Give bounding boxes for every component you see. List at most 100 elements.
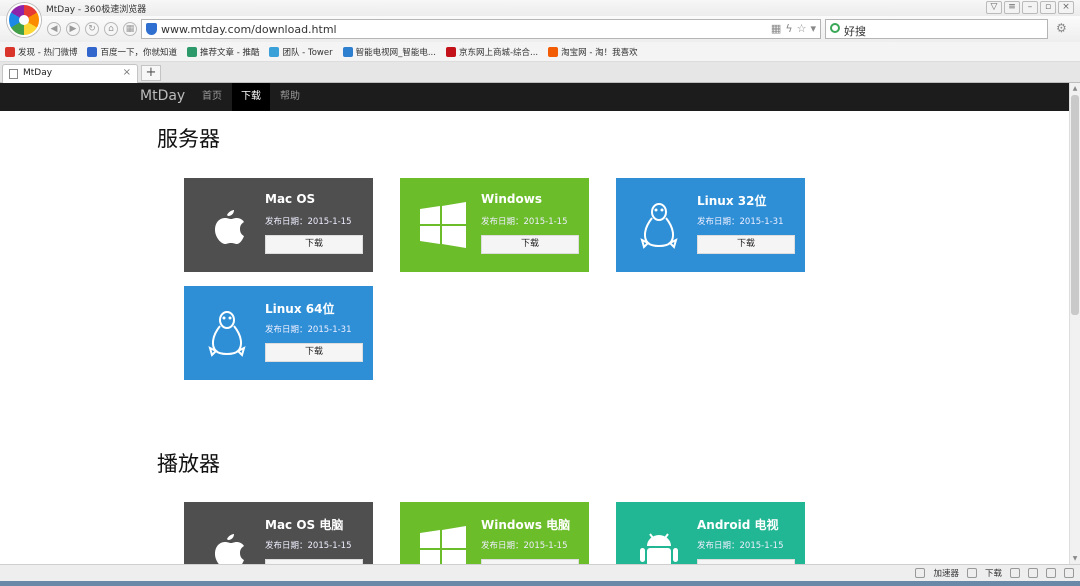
nav-home-link[interactable]: 首页 <box>193 83 231 111</box>
linux-penguin-icon <box>640 203 678 249</box>
card-title: Windows <box>481 192 542 206</box>
download-button[interactable]: 下载 <box>265 343 363 362</box>
scroll-down-icon[interactable]: ▼ <box>1071 554 1079 563</box>
new-tab-button[interactable]: + <box>141 65 161 81</box>
release-date: 发布日期：2015-1-31 <box>697 217 784 227</box>
smart-tv-icon <box>342 46 353 57</box>
screenshot-icon[interactable] <box>1010 568 1020 578</box>
download-button[interactable]: 下载 <box>265 235 363 254</box>
download-card-macos: Mac OS 发布日期：2015-1-15 下载 <box>184 178 373 272</box>
address-bar-icons: ▦ ϟ ☆ ▾ <box>771 22 816 35</box>
trash-icon[interactable] <box>1028 568 1038 578</box>
tab-close-icon[interactable]: × <box>123 67 131 78</box>
scroll-up-icon[interactable]: ▲ <box>1071 84 1079 93</box>
download-card-windows-player: Windows 电脑 发布日期：2015-1-15 <box>400 502 589 564</box>
bookmark-item[interactable]: 推荐文章 - 推酷 <box>187 46 259 58</box>
download-card-android-tv: Android 电视 发布日期：2015-1-15 <box>616 502 805 564</box>
download-card-macos-player: Mac OS 电脑 发布日期：2015-1-15 <box>184 502 373 564</box>
bookmark-item[interactable]: 淘宝网 - 淘！我喜欢 <box>548 46 638 58</box>
nav-help-link[interactable]: 帮助 <box>271 83 309 111</box>
bookmark-item[interactable]: 团队 - Tower <box>269 46 333 58</box>
search-input[interactable]: 好搜 <box>825 19 1048 39</box>
download-card-windows: Windows 发布日期：2015-1-15 下载 <box>400 178 589 272</box>
browser-logo-icon[interactable] <box>7 3 41 37</box>
lightning-icon[interactable]: ϟ <box>785 22 792 35</box>
window-title: MtDay - 360极速浏览器 <box>46 5 147 15</box>
address-bar[interactable]: www.mtday.com/download.html ▦ ϟ ☆ ▾ <box>141 19 821 39</box>
site-brand[interactable]: MtDay <box>140 88 185 104</box>
tools-wrench-icon[interactable]: ⚙ <box>1056 21 1067 35</box>
tuicool-icon <box>187 46 197 57</box>
bookmark-label: 京东网上商城-综合... <box>458 47 539 58</box>
bookmarks-bar: 发现 - 热门微博 百度一下，你就知道 推荐文章 - 推酷 团队 - Tower… <box>0 42 1080 62</box>
browser-toolbar: ◀ ▶ ↻ ⌂ ▦ www.mtday.com/download.html ▦ … <box>0 16 1080 42</box>
card-title: Windows 电脑 <box>481 518 571 532</box>
release-date: 发布日期：2015-1-15 <box>265 217 352 227</box>
card-title: Mac OS <box>265 192 316 206</box>
release-date: 发布日期：2015-1-15 <box>697 541 784 551</box>
apple-icon <box>215 210 244 244</box>
forward-icon[interactable]: ▶ <box>66 22 80 36</box>
download-button[interactable]: 下载 <box>697 235 795 254</box>
os-taskbar <box>0 581 1080 586</box>
refresh-icon[interactable]: ↻ <box>85 22 99 36</box>
android-icon <box>640 533 678 564</box>
windows-icon <box>420 202 466 248</box>
close-window-button[interactable]: × <box>1058 1 1074 14</box>
nav-download-link[interactable]: 下载 <box>232 83 270 111</box>
page-favicon-icon <box>9 69 18 79</box>
dropdown-arrow-icon[interactable]: ▾ <box>810 22 816 35</box>
bookmark-label: 百度一下，你就知道 <box>100 47 177 58</box>
window-controls: ▽ ≡ – ▫ × <box>986 1 1074 14</box>
bookmark-item[interactable]: 京东网上商城-综合... <box>445 46 539 58</box>
tab-title: MtDay <box>23 68 53 78</box>
accelerator-label[interactable]: 加速器 <box>933 567 959 579</box>
restore-button[interactable]: ▫ <box>1040 1 1056 14</box>
url-text[interactable]: www.mtday.com/download.html <box>161 23 337 36</box>
back-icon[interactable]: ◀ <box>47 22 61 36</box>
download-card-linux64: Linux 64位 发布日期：2015-1-31 下载 <box>184 286 373 380</box>
volume-icon[interactable] <box>1046 568 1056 578</box>
download-icon <box>966 568 977 578</box>
card-title: Linux 64位 <box>265 302 335 316</box>
search-value[interactable]: 好搜 <box>844 23 866 39</box>
scroll-thumb[interactable] <box>1071 95 1079 315</box>
release-date: 发布日期：2015-1-15 <box>481 217 568 227</box>
zoom-icon[interactable] <box>1064 568 1074 578</box>
security-shield-icon <box>146 23 157 35</box>
apple-icon <box>215 534 244 564</box>
release-date: 发布日期：2015-1-15 <box>481 541 568 551</box>
window-titlebar: MtDay - 360极速浏览器 ▽ ≡ – ▫ × <box>0 0 1080 16</box>
download-card-linux32: Linux 32位 发布日期：2015-1-31 下载 <box>616 178 805 272</box>
bookmark-label: 智能电视网_智能电... <box>355 47 436 58</box>
search-icon <box>830 23 840 33</box>
section-title-server: 服务器 <box>157 127 220 151</box>
apps-grid-icon[interactable]: ▦ <box>123 22 137 36</box>
status-items: 加速器 下载 <box>915 567 1074 579</box>
page-viewport: MtDay 首页 下载 帮助 服务器 Mac OS 发布日期：2015-1-15… <box>0 83 1069 564</box>
download-label[interactable]: 下载 <box>985 567 1002 579</box>
download-button[interactable]: 下载 <box>481 235 579 254</box>
skin-icon[interactable]: ▽ <box>986 1 1002 14</box>
bookmark-label: 推荐文章 - 推酷 <box>200 47 260 58</box>
status-bar: 加速器 下载 <box>0 564 1080 581</box>
linux-penguin-icon <box>208 311 246 357</box>
baidu-icon <box>87 46 98 57</box>
tab-mtday[interactable]: MtDay × <box>2 64 138 83</box>
card-title: Mac OS 电脑 <box>265 518 344 532</box>
weibo-icon <box>5 46 15 57</box>
site-navbar: MtDay 首页 下载 帮助 <box>0 83 1069 111</box>
section-title-player: 播放器 <box>157 452 220 476</box>
minimize-button[interactable]: – <box>1022 1 1038 14</box>
vertical-scrollbar[interactable]: ▲ ▼ <box>1069 83 1080 564</box>
qr-code-icon[interactable]: ▦ <box>771 22 781 35</box>
windows-icon <box>420 526 466 564</box>
bookmark-item[interactable]: 智能电视网_智能电... <box>342 46 436 58</box>
menu-icon[interactable]: ≡ <box>1004 1 1020 14</box>
card-title: Linux 32位 <box>697 194 767 208</box>
home-icon[interactable]: ⌂ <box>104 22 118 36</box>
card-title: Android 电视 <box>697 518 779 532</box>
star-bookmark-icon[interactable]: ☆ <box>797 22 807 35</box>
bookmark-item[interactable]: 百度一下，你就知道 <box>87 46 177 58</box>
bookmark-item[interactable]: 发现 - 热门微博 <box>5 46 77 58</box>
